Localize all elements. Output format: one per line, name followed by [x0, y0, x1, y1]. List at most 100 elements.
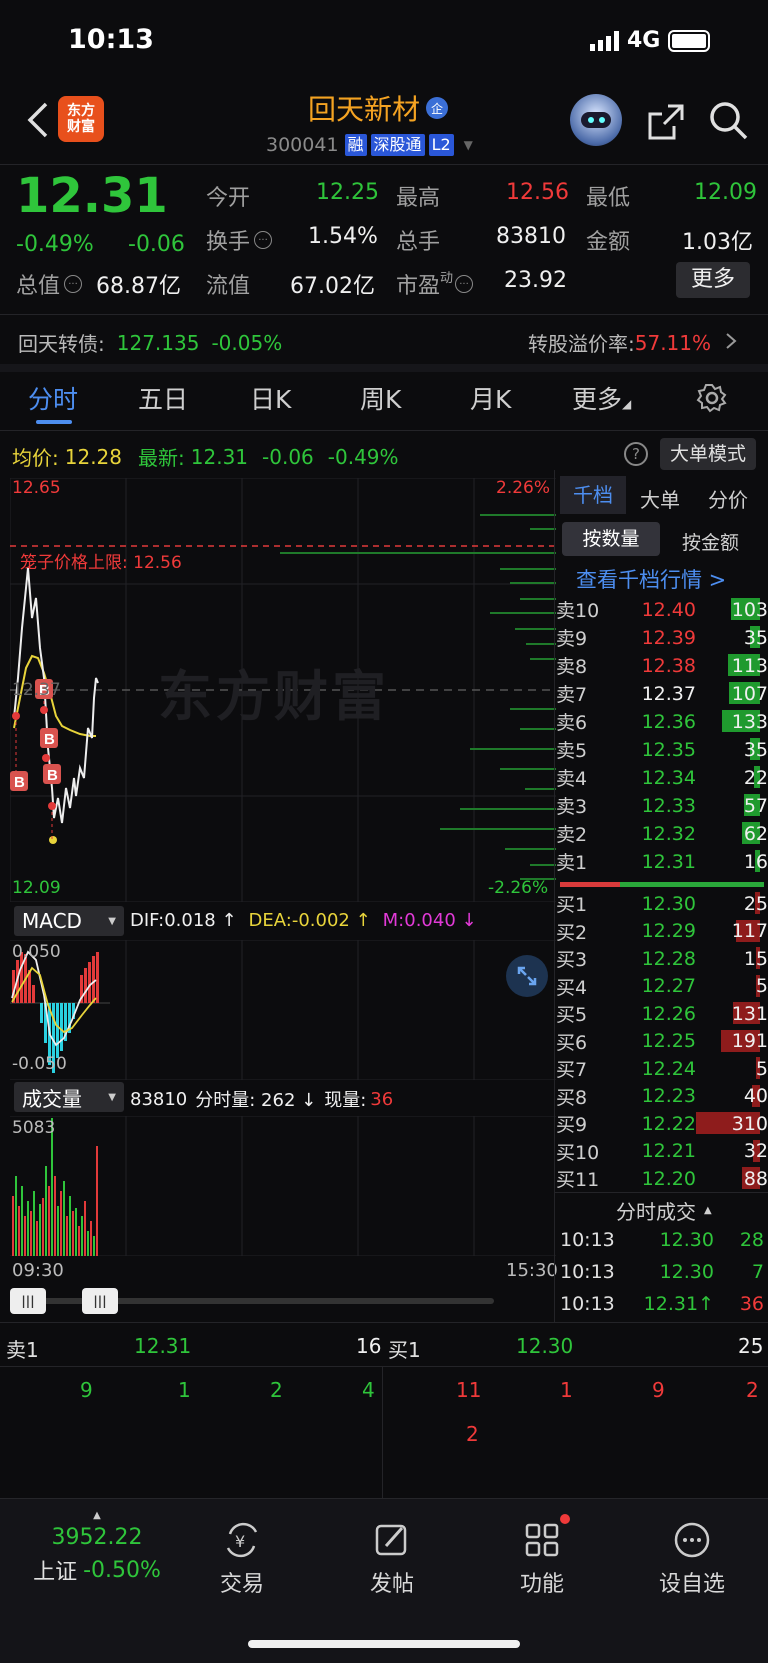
help-icon[interactable]: ? — [624, 442, 648, 466]
big-order-mode-button[interactable]: 大单模式 — [660, 438, 756, 470]
ask-volume: 35 — [743, 738, 768, 761]
mktcap-label-wrap[interactable]: 总值 ··· — [16, 268, 83, 300]
macd-bottom: -0.050 — [12, 1054, 67, 1074]
ask-level-label: 卖8 — [556, 656, 588, 678]
bid-row[interactable]: 买7 12.24 5 — [556, 1055, 768, 1082]
ask-price: 12.34 — [641, 766, 696, 789]
status-icons: 4G — [590, 28, 711, 53]
nav-add-watchlist[interactable]: 设自选 — [632, 1520, 752, 1598]
limit-price-label: 笼子价格上限: 12.56 — [20, 553, 182, 573]
index-widget[interactable]: ▲ 3952.22 上证 -0.50% — [22, 1510, 172, 1586]
search-icon[interactable] — [708, 100, 750, 142]
ask-price: 12.32 — [641, 822, 696, 845]
macd-selector[interactable]: MACD ▼ — [14, 906, 124, 936]
orderbook-tab-depth[interactable]: 千档 — [560, 476, 626, 514]
more-button[interactable]: 更多 — [676, 262, 750, 298]
orderbook-tab-price[interactable]: 分价 — [708, 484, 748, 513]
nav-post[interactable]: 发帖 — [332, 1520, 452, 1598]
bid-row[interactable]: 买11 12.20 88 — [556, 1165, 768, 1192]
caret-up-icon: ▲ — [704, 1205, 712, 1216]
ask-row[interactable]: 卖4 12.34 22 — [556, 764, 768, 791]
trade-row: 10:13 12.30 7 — [560, 1256, 764, 1288]
robot-avatar-icon[interactable] — [570, 94, 622, 146]
premium-row[interactable]: 转股溢价率: 57.11% — [528, 328, 737, 357]
info-dots-icon: ··· — [254, 231, 273, 249]
pe-label-wrap[interactable]: 市盈 动 ··· — [396, 268, 474, 300]
bid-row[interactable]: 买4 12.27 5 — [556, 973, 768, 1000]
trade-price: 12.30 — [659, 1229, 714, 1251]
orderbook-tab-bigorder[interactable]: 大单 — [640, 484, 680, 513]
ask-row[interactable]: 卖1 12.31 16 — [556, 848, 768, 875]
bid-row[interactable]: 买3 12.28 15 — [556, 945, 768, 972]
nav-trade[interactable]: ¥ 交易 — [182, 1520, 302, 1598]
ask-volume: 22 — [743, 766, 768, 789]
nav-functions[interactable]: 功能 — [482, 1514, 602, 1598]
bid-row[interactable]: 买8 12.23 40 — [556, 1083, 768, 1110]
sell-order-3: 2 — [270, 1378, 283, 1402]
ask-row[interactable]: 卖10 12.40 103 — [556, 596, 768, 623]
bid-volume: 191 — [731, 1030, 768, 1052]
tab-more[interactable]: 更多◢ — [572, 380, 631, 416]
chart-info-row: 均价: 12.28 最新: 12.31 -0.06 -0.49% — [12, 442, 399, 471]
trades-title[interactable]: 分时成交 ▲ — [616, 1196, 712, 1225]
latest-pct: -0.49% — [327, 444, 399, 469]
network-label: 4G — [627, 28, 661, 53]
volume-selector[interactable]: 成交量 ▼ — [14, 1082, 124, 1112]
ask-row[interactable]: 卖8 12.38 113 — [556, 652, 768, 679]
queue-sell-label: 卖1 — [6, 1338, 39, 1362]
ask-row[interactable]: 卖9 12.39 35 — [556, 624, 768, 651]
nav-post-label: 发帖 — [369, 1572, 414, 1597]
ask-row[interactable]: 卖6 12.36 133 — [556, 708, 768, 735]
bid-row[interactable]: 买2 12.29 117 — [556, 918, 768, 945]
nav-trade-label: 交易 — [219, 1572, 264, 1597]
toggle-by-volume[interactable]: 按数量 — [562, 522, 660, 556]
bid-level-label: 买8 — [556, 1086, 588, 1109]
nav-functions-label: 功能 — [519, 1572, 564, 1597]
ask-price: 12.39 — [641, 626, 696, 649]
tab-daily-k[interactable]: 日K — [250, 380, 291, 416]
stock-subtitle[interactable]: 300041 融 深股通 L2 ▼ — [266, 134, 473, 156]
convertible-bond-row[interactable]: 回天转债: 127.135 -0.05% — [18, 328, 282, 357]
view-depth-link[interactable]: 查看千档行情 > — [576, 564, 726, 594]
volume-minute: 分时量: 262 ↓ — [195, 1090, 317, 1111]
bid-row[interactable]: 买1 12.30 25 — [556, 890, 768, 917]
settings-gear-icon[interactable] — [696, 382, 728, 418]
app-logo[interactable]: 东方财富 — [58, 96, 104, 142]
toggle-by-amount[interactable]: 按金额 — [682, 528, 739, 555]
tab-intraday[interactable]: 分时 — [28, 380, 78, 416]
ask-row[interactable]: 卖5 12.35 35 — [556, 736, 768, 763]
trade-price: 12.31↑ — [643, 1293, 714, 1315]
chart-watermark: 东方财富 — [158, 665, 390, 728]
float-value: 67.02亿 — [290, 274, 375, 299]
bid-row[interactable]: 买6 12.25 191 — [556, 1028, 768, 1055]
turnover-value: 1.54% — [308, 224, 378, 249]
turnover-label-wrap[interactable]: 换手 ··· — [206, 224, 273, 256]
caret-down-icon: ▼ — [108, 915, 116, 927]
queue-buy-vol: 25 — [738, 1334, 764, 1358]
bid-row[interactable]: 买5 12.26 131 — [556, 1000, 768, 1027]
back-icon[interactable] — [24, 100, 54, 140]
volume-chart[interactable] — [10, 1115, 556, 1257]
svg-text:B: B — [14, 774, 25, 791]
ask-row[interactable]: 卖2 12.32 62 — [556, 820, 768, 847]
bid-row[interactable]: 买9 12.22 310 — [556, 1110, 768, 1137]
bid-row[interactable]: 买10 12.21 32 — [556, 1138, 768, 1165]
stock-title[interactable]: 回天新材 企 — [308, 88, 449, 128]
macd-dea: DEA:-0.002 ↑ — [248, 910, 371, 931]
range-slider-left-handle[interactable]: ||| — [10, 1288, 46, 1314]
chevron-right-icon — [725, 331, 737, 355]
bid-price: 12.23 — [641, 1085, 696, 1107]
tab-five-day[interactable]: 五日 — [138, 380, 188, 416]
tab-weekly-k[interactable]: 周K — [360, 380, 401, 416]
tab-monthly-k[interactable]: 月K — [470, 380, 511, 416]
ask-price: 12.40 — [641, 598, 696, 621]
range-slider-right-handle[interactable]: ||| — [82, 1288, 118, 1314]
buy-order-1: 11 — [456, 1378, 482, 1402]
index-change: -0.50% — [83, 1557, 161, 1583]
ask-row[interactable]: 卖7 12.37 107 — [556, 680, 768, 707]
ask-row[interactable]: 卖3 12.33 57 — [556, 792, 768, 819]
share-icon[interactable] — [646, 102, 686, 142]
macd-chart[interactable] — [10, 939, 556, 1081]
open-value: 12.25 — [316, 180, 379, 205]
expand-icon[interactable] — [506, 955, 548, 997]
